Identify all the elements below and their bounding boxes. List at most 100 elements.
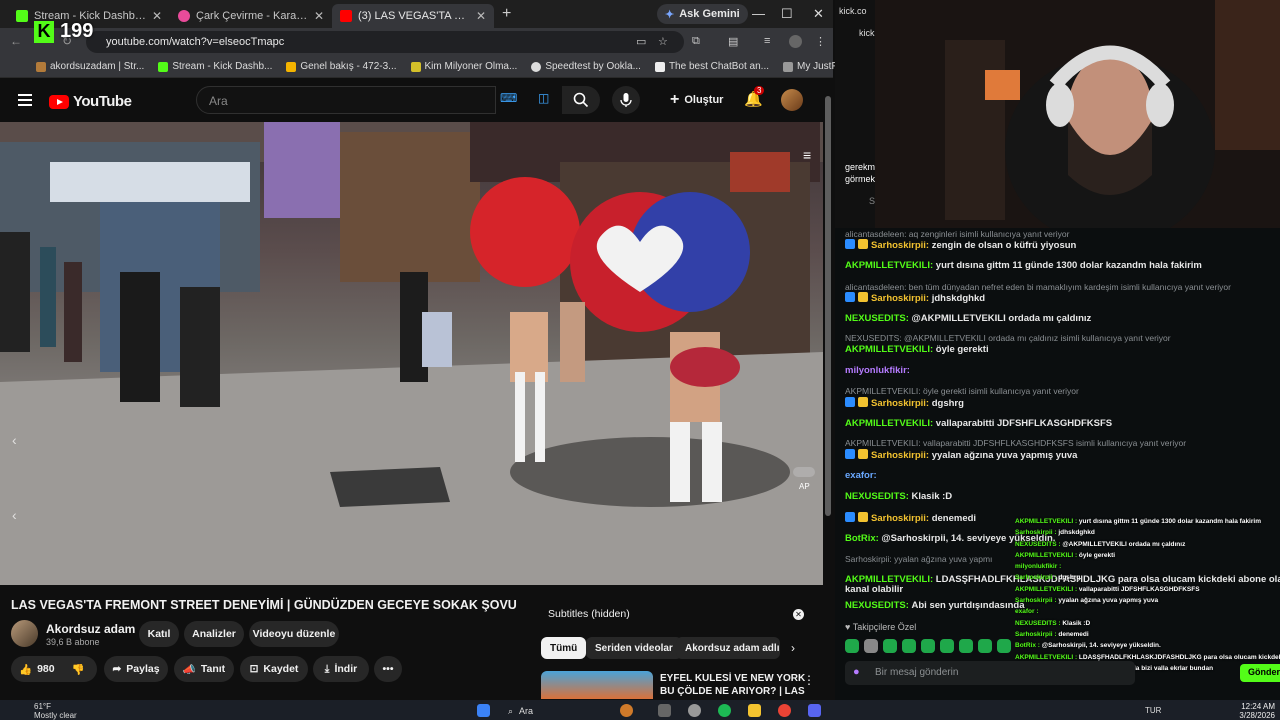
chat-username[interactable]: Sarhoskirpii: (871, 293, 929, 304)
bookmark[interactable]: Speedtest by Ookla... (531, 61, 641, 72)
close-window-icon[interactable]: ✕ (813, 6, 824, 22)
profile-icon[interactable] (789, 35, 802, 48)
star-icon[interactable]: ☆ (658, 35, 671, 48)
tab-youtube[interactable]: (3) LAS VEGAS'TA FREMONT ✕ (332, 4, 494, 28)
new-tab-icon[interactable]: + (502, 5, 511, 23)
share-button[interactable]: ➦ Paylaş (104, 656, 168, 682)
autoplay-toggle[interactable] (793, 467, 815, 477)
promote-button[interactable]: 📣 Tanıt (174, 656, 234, 682)
search-icon: ⌕ (508, 705, 514, 716)
cast-icon[interactable]: ▭ (636, 35, 649, 48)
url-field[interactable]: youtube.com/watch?v=elseocTmapc (86, 31, 684, 53)
recommended-thumbnail[interactable] (541, 671, 653, 699)
minimize-icon[interactable]: — (752, 6, 765, 21)
task-view-icon[interactable] (658, 704, 671, 717)
settings-gear-icon[interactable]: ≡ (803, 147, 811, 163)
chat-message-input[interactable]: Bir mesaj gönderin (845, 661, 1135, 685)
bookmark[interactable]: Stream - Kick Dashb... (158, 61, 272, 72)
chat-username[interactable]: milyonlukfikir: (845, 365, 910, 376)
chip-series[interactable]: Seriden videolar (586, 637, 682, 659)
chat-username[interactable]: AKPMILLETVEKILI: (845, 418, 933, 429)
emote-icon[interactable] (845, 639, 859, 653)
menu-icon[interactable]: ⋮ (815, 35, 828, 48)
bookmark[interactable]: Kim Milyoner Olma... (410, 61, 517, 72)
chat-username[interactable]: exafor: (845, 470, 877, 481)
like-button[interactable]: 👍 980 👎 (11, 656, 97, 682)
rewind-icon[interactable]: ‹ (12, 507, 17, 523)
edit-video-button[interactable]: Videoyu düzenle (249, 621, 339, 647)
join-button[interactable]: Katıl (139, 621, 179, 647)
chat-username[interactable]: NEXUSEDITS: (845, 600, 909, 611)
maximize-icon[interactable]: ☐ (781, 6, 793, 22)
save-button[interactable]: ⊡ Kaydet (240, 656, 308, 682)
chat-username[interactable]: Sarhoskirpii: (871, 240, 929, 251)
more-icon[interactable]: ⋮ (803, 673, 815, 687)
chevron-right-icon[interactable]: › (791, 641, 795, 655)
bookmark[interactable]: Genel bakış - 472-3... (286, 61, 397, 72)
close-icon[interactable]: ✕ (476, 9, 486, 23)
chat-username[interactable]: Sarhoskirpii: (871, 513, 929, 524)
close-icon[interactable]: ✕ (152, 9, 162, 23)
more-actions-button[interactable]: ••• (374, 656, 402, 682)
youtube-logo[interactable]: YouTube (49, 93, 132, 110)
discord-icon[interactable] (808, 704, 821, 717)
chat-username[interactable]: BotRix: (845, 533, 879, 544)
bookmark[interactable]: akordsuzadam | Str... (36, 61, 144, 72)
chip-channel[interactable]: Akordsuz adam adlı y (676, 637, 780, 659)
emote-icon[interactable] (997, 639, 1011, 653)
video-player[interactable]: ≡ AP ‹ ‹ (0, 122, 823, 585)
chat-username[interactable]: Sarhoskirpii: (871, 450, 929, 461)
hamburger-menu-icon[interactable] (18, 94, 32, 109)
search-button[interactable] (562, 86, 600, 114)
extensions-icon[interactable]: ⧉ (692, 35, 705, 48)
sidepanel-icon[interactable]: ▤ (728, 35, 741, 48)
chat-username[interactable]: AKPMILLETVEKILI: (845, 344, 933, 355)
chat-username[interactable]: Sarhoskirpii: (871, 398, 929, 409)
chat-username[interactable]: NEXUSEDITS: (845, 491, 909, 502)
subtitles-close-icon[interactable]: ✕ (793, 609, 804, 620)
microphone-button[interactable] (612, 86, 640, 114)
channel-name[interactable]: Akordsuz adam (46, 622, 135, 636)
spotify-icon[interactable] (718, 704, 731, 717)
keyboard-icon[interactable]: ⌨ (500, 91, 517, 105)
back-icon[interactable]: ← (10, 34, 22, 48)
notifications-button[interactable]: 🔔 3 (744, 86, 765, 108)
emote-icon[interactable] (978, 639, 992, 653)
lens-icon[interactable]: ◫ (538, 91, 549, 105)
chip-all[interactable]: Tümü (541, 637, 587, 659)
emote-icon[interactable] (902, 639, 916, 653)
search-input[interactable]: Ara (196, 86, 496, 114)
language-indicator[interactable]: TUR (1145, 706, 1161, 715)
media-icon[interactable]: ≡ (764, 35, 777, 48)
app-icon[interactable] (620, 704, 633, 717)
avatar[interactable] (781, 89, 803, 111)
chat-text: dgshrg (931, 398, 964, 409)
start-icon[interactable] (477, 704, 490, 717)
taskbar-search[interactable]: ⌕ Ara (500, 703, 610, 719)
download-button[interactable]: ⤓ İndir (313, 656, 369, 682)
app-icon[interactable] (688, 704, 701, 717)
ask-gemini-button[interactable]: ✦ Ask Gemini (657, 4, 748, 24)
send-button[interactable]: Gönder (1240, 664, 1280, 682)
chat-username[interactable]: AKPMILLETVEKILI: (845, 260, 933, 271)
emote-icon[interactable] (864, 639, 878, 653)
close-icon[interactable]: ✕ (314, 9, 324, 23)
thumbs-down-icon[interactable]: 👎 (72, 663, 85, 676)
emote-icon[interactable] (883, 639, 897, 653)
analytics-button[interactable]: Analizler (184, 621, 244, 647)
file-explorer-icon[interactable] (748, 704, 761, 717)
chrome-icon[interactable] (778, 704, 791, 717)
previous-icon[interactable]: ‹ (12, 432, 17, 448)
tab-wheel[interactable]: Çark Çevirme - Karar Çarkı ✕ (170, 4, 332, 28)
mic-icon[interactable]: ● (853, 666, 860, 678)
bookmark[interactable]: The best ChatBot an... (654, 61, 769, 72)
chat-username[interactable]: NEXUSEDITS: (845, 313, 909, 324)
page-scrollbar[interactable] (823, 84, 833, 696)
emote-icon[interactable] (940, 639, 954, 653)
weather-widget[interactable]: 61°F Mostly clear (34, 702, 77, 720)
emote-icon[interactable] (921, 639, 935, 653)
clock[interactable]: 12:24 AM 3/28/2026 (1225, 702, 1275, 720)
channel-avatar[interactable] (11, 620, 38, 647)
emote-icon[interactable] (959, 639, 973, 653)
create-button[interactable]: + Oluştur (670, 88, 723, 112)
